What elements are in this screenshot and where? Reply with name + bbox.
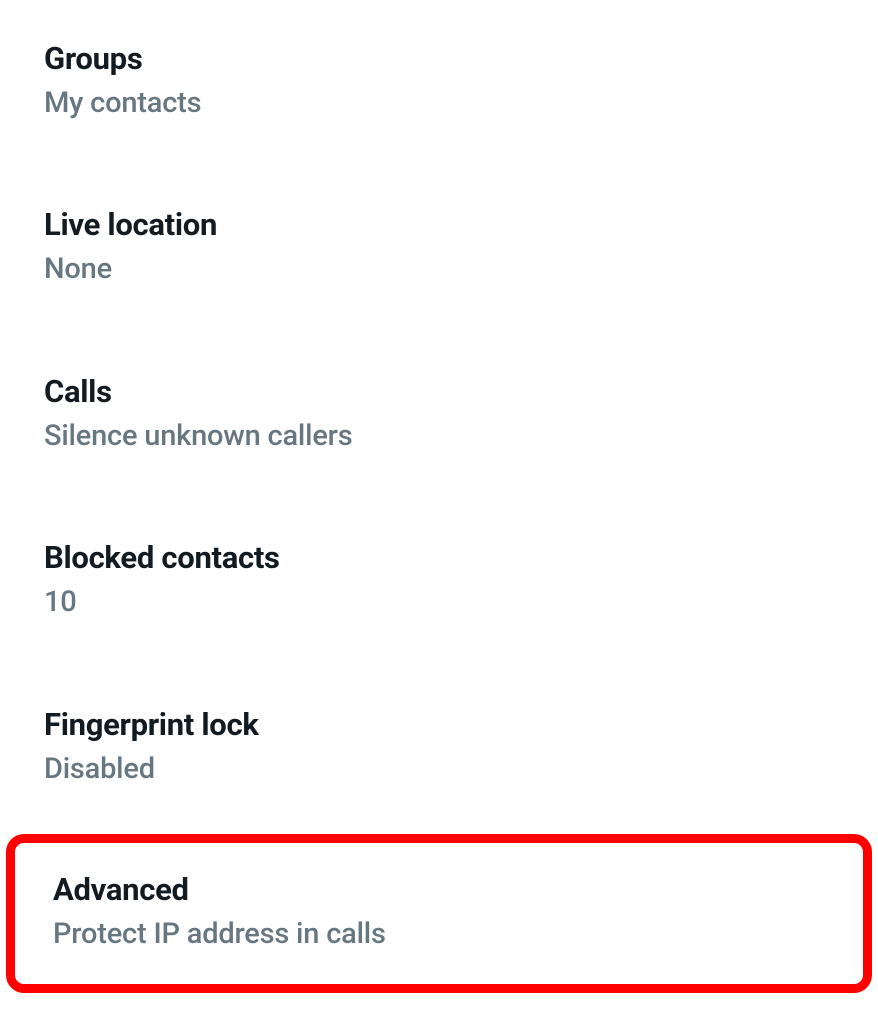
spacer xyxy=(0,307,878,355)
settings-item-subtitle: Protect IP address in calls xyxy=(53,916,825,954)
settings-item-subtitle: Disabled xyxy=(44,751,834,789)
settings-item-title: Advanced xyxy=(53,871,825,910)
settings-item-subtitle: My contacts xyxy=(44,85,834,123)
spacer xyxy=(0,473,878,521)
settings-item-title: Calls xyxy=(44,373,834,412)
settings-item-title: Live location xyxy=(44,206,834,245)
settings-item-subtitle: Silence unknown callers xyxy=(44,418,834,456)
settings-item-title: Groups xyxy=(44,40,834,79)
spacer xyxy=(0,140,878,188)
settings-item-subtitle: 10 xyxy=(44,584,834,622)
highlight-annotation: Advanced Protect IP address in calls xyxy=(6,834,872,992)
settings-list: Groups My contacts Live location None Ca… xyxy=(0,0,878,993)
settings-item-fingerprint-lock[interactable]: Fingerprint lock Disabled xyxy=(0,688,878,806)
settings-item-title: Fingerprint lock xyxy=(44,706,834,745)
settings-item-calls[interactable]: Calls Silence unknown callers xyxy=(0,355,878,473)
settings-item-title: Blocked contacts xyxy=(44,539,834,578)
settings-item-advanced[interactable]: Advanced Protect IP address in calls xyxy=(15,871,863,953)
settings-item-blocked-contacts[interactable]: Blocked contacts 10 xyxy=(0,521,878,639)
settings-item-subtitle: None xyxy=(44,251,834,289)
settings-item-live-location[interactable]: Live location None xyxy=(0,188,878,306)
spacer xyxy=(0,806,878,834)
spacer xyxy=(0,640,878,688)
settings-item-groups[interactable]: Groups My contacts xyxy=(0,22,878,140)
